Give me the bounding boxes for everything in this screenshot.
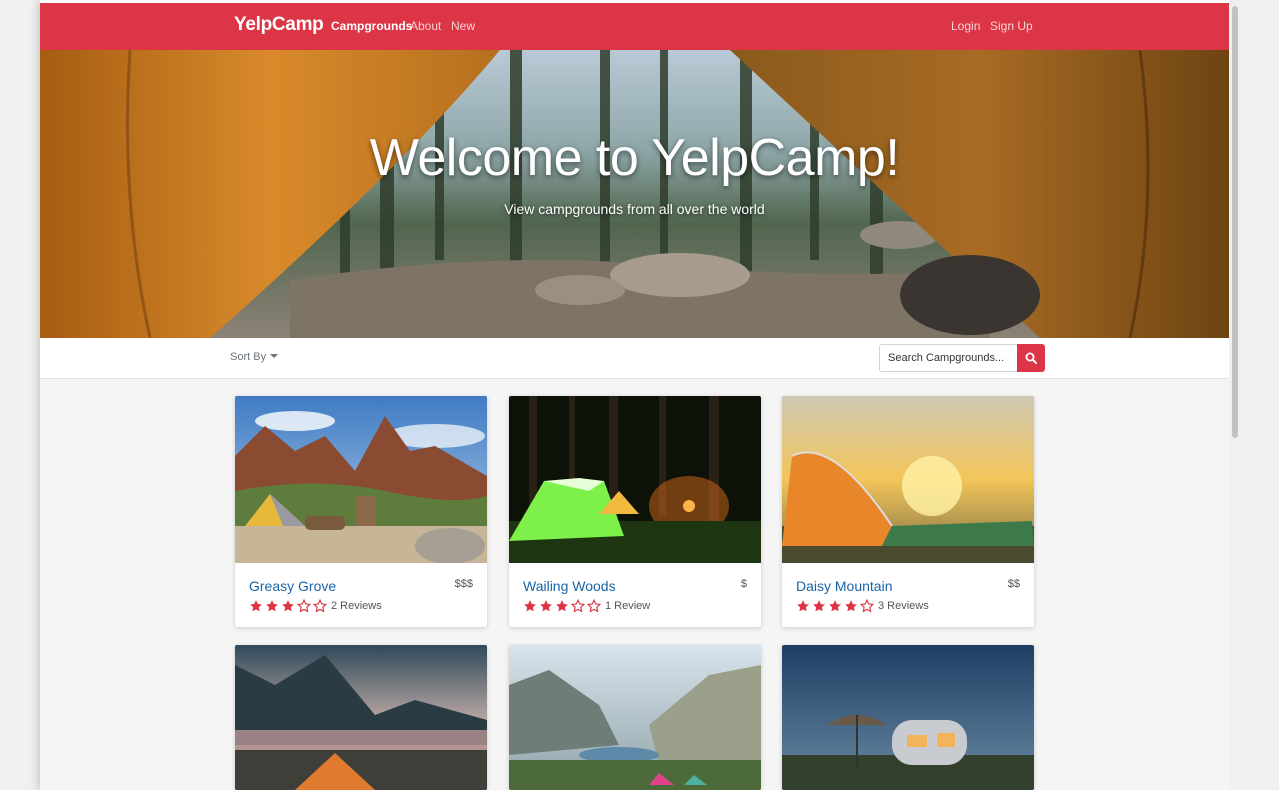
star-filled-icon	[540, 600, 552, 612]
hero-title: Welcome to YelpCamp!	[369, 129, 900, 187]
campground-card[interactable]: Wailing Woods $ 1 Review	[509, 396, 761, 627]
campground-image	[235, 396, 487, 563]
price-level: $$	[1007, 578, 1020, 590]
review-count: 2 Reviews	[331, 600, 382, 612]
star-filled-icon	[829, 600, 841, 612]
nav-login[interactable]: Login	[951, 19, 980, 33]
price-level: $$$	[454, 578, 473, 590]
star-filled-icon	[797, 600, 809, 612]
campground-card[interactable]: Daisy Mountain $$ 3 Reviews	[782, 396, 1034, 627]
campground-image	[782, 645, 1034, 790]
rating-stars: 2 Reviews	[249, 599, 382, 613]
campground-name[interactable]: Greasy Grove	[249, 578, 336, 594]
campground-card[interactable]	[782, 645, 1034, 790]
star-filled-icon	[524, 600, 536, 612]
campground-card[interactable]: Greasy Grove $$$ 2 Reviews	[235, 396, 487, 627]
filter-bar: Sort By	[40, 338, 1229, 379]
nav-about[interactable]: About	[410, 19, 441, 33]
star-empty-icon	[313, 599, 327, 613]
campground-name[interactable]: Wailing Woods	[523, 578, 616, 594]
campground-image	[235, 645, 487, 790]
review-count: 1 Review	[605, 600, 651, 612]
star-filled-icon	[250, 600, 262, 612]
nav-campgrounds[interactable]: Campgrounds	[331, 19, 412, 33]
sort-label: Sort By	[230, 351, 267, 363]
campground-name[interactable]: Daisy Mountain	[796, 578, 893, 594]
search-button[interactable]	[1017, 344, 1045, 372]
star-filled-icon	[845, 600, 857, 612]
campground-image	[782, 396, 1034, 563]
star-filled-icon	[282, 600, 294, 612]
hero-subtitle: View campgrounds from all over the world	[504, 201, 765, 217]
nav-new[interactable]: New	[451, 19, 475, 33]
sort-dropdown[interactable]: Sort By	[230, 351, 279, 363]
review-count: 3 Reviews	[878, 600, 929, 612]
star-filled-icon	[556, 600, 568, 612]
price-level: $	[740, 578, 747, 590]
hero-banner: Welcome to YelpCamp! View campgrounds fr…	[40, 50, 1229, 338]
campground-card[interactable]	[235, 645, 487, 790]
star-empty-icon	[571, 599, 585, 613]
star-empty-icon	[587, 599, 601, 613]
star-filled-icon	[266, 600, 278, 612]
campground-image	[509, 645, 761, 790]
star-empty-icon	[297, 599, 311, 613]
search-icon	[1025, 352, 1037, 364]
rating-stars: 3 Reviews	[796, 599, 929, 613]
caret-down-icon	[270, 354, 279, 359]
navbar: YelpCamp Campgrounds About New Login Sig…	[40, 3, 1229, 50]
rating-stars: 1 Review	[523, 599, 650, 613]
brand-logo[interactable]: YelpCamp	[234, 14, 324, 36]
campground-card[interactable]	[509, 645, 761, 790]
star-filled-icon	[813, 600, 825, 612]
campground-image	[509, 396, 761, 563]
tent-view-image	[40, 50, 1229, 338]
page: YelpCamp Campgrounds About New Login Sig…	[40, 0, 1229, 790]
star-empty-icon	[860, 599, 874, 613]
search-input[interactable]	[879, 344, 1027, 372]
nav-signup[interactable]: Sign Up	[990, 19, 1033, 33]
scrollbar-thumb[interactable]	[1232, 6, 1238, 438]
